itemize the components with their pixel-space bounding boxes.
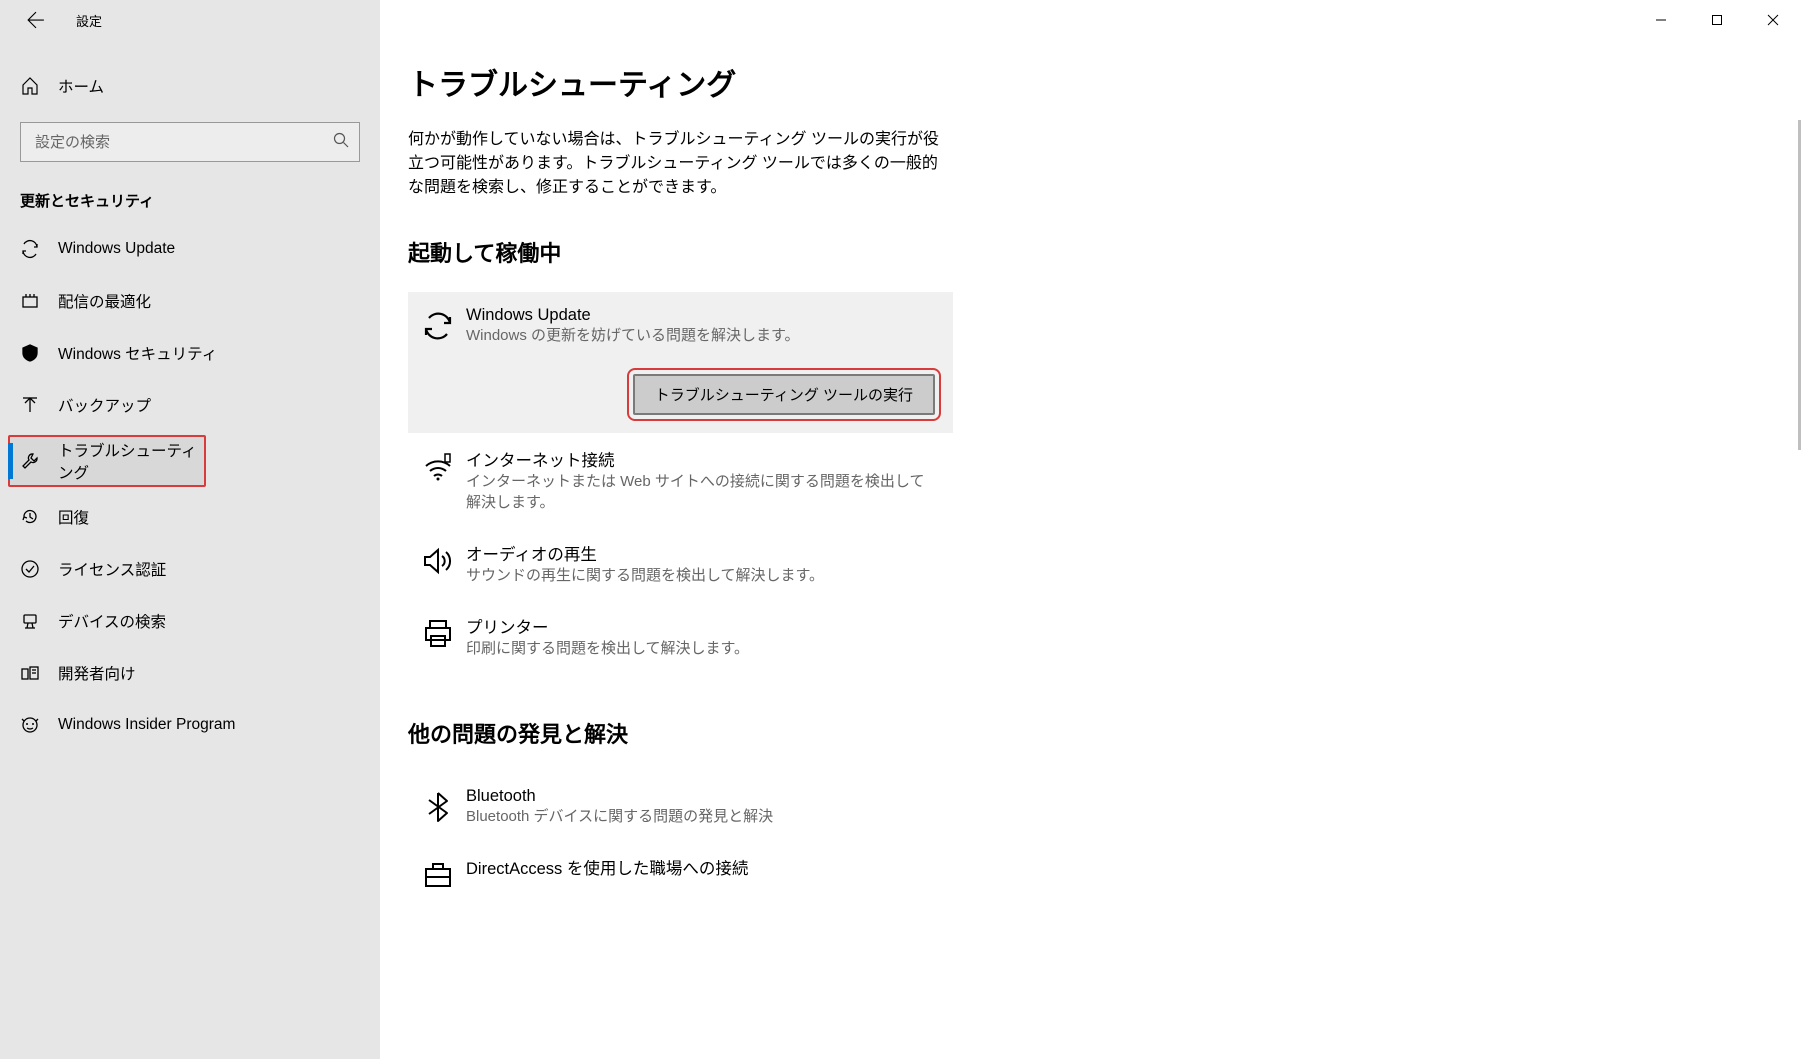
sidebar-item-label: Windows セキュリティ — [58, 342, 217, 364]
sidebar-item-delivery-opt[interactable]: 配信の最適化 — [0, 275, 380, 327]
page-title: トラブルシューティング — [408, 60, 1801, 104]
wifi-icon — [420, 449, 456, 485]
troubleshoot-item-title: Bluetooth — [466, 787, 773, 806]
section-other-title: 他の問題の発見と解決 — [408, 717, 1801, 749]
nav-list: Windows Update 配信の最適化 Windows セキュリティバックアップ… — [0, 223, 380, 751]
delivery-icon — [20, 291, 40, 311]
page-description: 何かが動作していない場合は、トラブルシューティング ツールの実行が役立つ可能性が… — [408, 128, 948, 200]
check-circle-icon — [20, 559, 40, 579]
home-label: ホーム — [58, 75, 104, 97]
troubleshoot-item-title: オーディオの再生 — [466, 541, 824, 565]
close-icon — [1767, 14, 1779, 26]
minimize-button[interactable] — [1633, 0, 1689, 40]
troubleshoot-item-desc: 印刷に関する問題を検出して解決します。 — [466, 638, 749, 659]
main-content: トラブルシューティング 何かが動作していない場合は、トラブルシューティング ツー… — [380, 0, 1801, 1059]
troubleshoot-list-other: BluetoothBluetooth デバイスに関する問題の発見と解決 Direc… — [408, 773, 953, 907]
sidebar-item-activation[interactable]: ライセンス認証 — [0, 543, 380, 595]
sidebar-item-label: バックアップ — [58, 394, 151, 416]
printer-icon — [420, 616, 456, 652]
history-icon — [20, 507, 40, 527]
sidebar-item-backup[interactable]: バックアップ — [0, 379, 380, 431]
troubleshoot-item[interactable]: オーディオの再生サウンドの再生に関する問題を検出して解決します。 — [408, 527, 953, 600]
close-button[interactable] — [1745, 0, 1801, 40]
sidebar-category: 更新とセキュリティ — [0, 162, 380, 223]
troubleshoot-item[interactable]: インターネット接続インターネットまたは Web サイトへの接続に関する問題を検出… — [408, 433, 953, 527]
insider-icon — [20, 715, 40, 735]
code-icon — [20, 663, 40, 683]
troubleshoot-item-title: DirectAccess を使用した職場への接続 — [466, 855, 748, 879]
sidebar-item-label: ライセンス認証 — [58, 558, 166, 580]
back-button[interactable] — [16, 0, 56, 40]
sidebar-item-troubleshoot[interactable]: トラブルシューティング — [8, 435, 206, 487]
troubleshoot-item-desc: インターネットまたは Web サイトへの接続に関する問題を検出して解決します。 — [466, 471, 936, 513]
troubleshoot-item-title: インターネット接続 — [466, 447, 936, 471]
search-input[interactable] — [35, 134, 333, 151]
troubleshoot-item[interactable]: DirectAccess を使用した職場への接続 — [408, 841, 953, 907]
sidebar-item-label: 開発者向け — [58, 662, 136, 684]
troubleshoot-item-desc: Windows の更新を妨げている問題を解決します。 — [466, 325, 800, 346]
bluetooth-icon — [420, 789, 456, 825]
shield-icon — [20, 343, 40, 363]
sidebar-item-developer[interactable]: 開発者向け — [0, 647, 380, 699]
troubleshoot-item[interactable]: BluetoothBluetooth デバイスに関する問題の発見と解決 — [408, 773, 953, 841]
run-troubleshooter-button[interactable]: トラブルシューティング ツールの実行 — [633, 374, 935, 415]
sidebar: ホーム 更新とセキュリティ Windows Update配信の最適化Window… — [0, 0, 380, 1059]
troubleshoot-item-desc: Bluetooth デバイスに関する問題の発見と解決 — [466, 806, 773, 827]
sidebar-item-label: 配信の最適化 — [58, 290, 151, 312]
section-running-title: 起動して稼働中 — [408, 236, 1801, 268]
sync-icon — [20, 239, 40, 259]
wrench-icon — [20, 451, 40, 471]
arrow-left-icon — [27, 11, 45, 29]
sidebar-item-label: Windows Update — [58, 240, 175, 258]
search-box[interactable] — [20, 122, 360, 162]
sidebar-item-recovery[interactable]: 回復 — [0, 491, 380, 543]
sidebar-item-windows-update[interactable]: Windows Update — [0, 223, 380, 275]
search-icon — [333, 132, 349, 153]
titlebar: 設定 — [0, 0, 1801, 40]
minimize-icon — [1655, 14, 1667, 26]
maximize-icon — [1711, 14, 1723, 26]
troubleshoot-item[interactable]: Windows UpdateWindows の更新を妨げている問題を解決します。… — [408, 292, 953, 433]
home-link[interactable]: ホーム — [0, 60, 380, 112]
window-title: 設定 — [76, 11, 102, 30]
troubleshoot-item-title: プリンター — [466, 614, 749, 638]
sound-icon — [420, 543, 456, 579]
sync-large-icon — [420, 308, 456, 344]
arrow-up-icon — [20, 395, 40, 415]
troubleshoot-item-desc: サウンドの再生に関する問題を検出して解決します。 — [466, 565, 824, 586]
sidebar-item-label: デバイスの検索 — [58, 610, 166, 632]
sidebar-item-label: トラブルシューティング — [58, 439, 206, 483]
sidebar-item-find-device[interactable]: デバイスの検索 — [0, 595, 380, 647]
troubleshoot-item[interactable]: プリンター印刷に関する問題を検出して解決します。 — [408, 600, 953, 673]
sidebar-item-insider[interactable]: Windows Insider Program — [0, 699, 380, 751]
maximize-button[interactable] — [1689, 0, 1745, 40]
briefcase-icon — [420, 857, 456, 893]
location-icon — [20, 611, 40, 631]
sidebar-item-label: 回復 — [58, 506, 89, 528]
sidebar-item-label: Windows Insider Program — [58, 716, 235, 734]
sidebar-item-windows-security[interactable]: Windows セキュリティ — [0, 327, 380, 379]
troubleshoot-item-title: Windows Update — [466, 306, 800, 325]
home-icon — [20, 76, 40, 96]
troubleshoot-list-running: Windows UpdateWindows の更新を妨げている問題を解決します。… — [408, 292, 953, 673]
